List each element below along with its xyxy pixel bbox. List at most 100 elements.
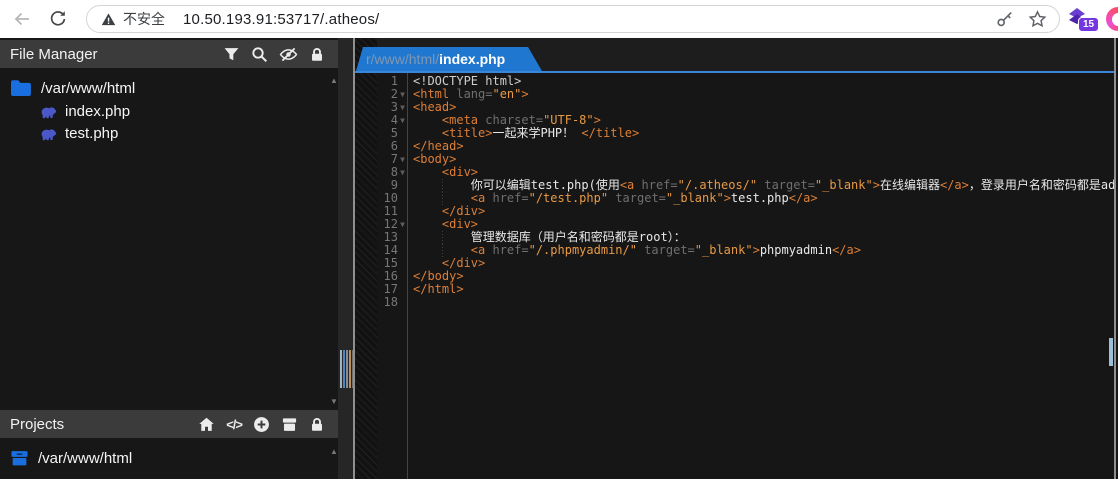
code-line[interactable]: </html> <box>413 283 1110 296</box>
code-line[interactable]: </body> <box>413 270 1110 283</box>
php-elephant-icon <box>40 126 57 141</box>
lock-icon[interactable] <box>309 46 325 63</box>
fold-toggle-icon[interactable]: ▼ <box>398 88 407 101</box>
token-txt: 在线编辑器 <box>880 178 940 192</box>
project-item[interactable]: /var/www/html <box>0 446 338 470</box>
token-tag: <html <box>413 87 449 101</box>
reload-icon[interactable] <box>48 9 68 29</box>
code-line[interactable]: </div> <box>413 257 1110 270</box>
token-str: "en" <box>492 87 521 101</box>
token-txt: phpmyadmin <box>760 243 832 257</box>
file-tree-root-label: /var/www/html <box>41 80 135 97</box>
token-tag: </a> <box>940 178 969 192</box>
sidebar-resize-divider[interactable] <box>338 38 353 479</box>
token-tag: > <box>873 178 880 192</box>
token-tag: </div> <box>442 256 485 270</box>
fold-spacer <box>398 231 407 244</box>
fold-spacer <box>398 127 407 140</box>
code-line[interactable] <box>413 296 1110 309</box>
token-tag: > <box>594 113 601 127</box>
extension-profile-icon[interactable] <box>1106 7 1118 31</box>
search-icon[interactable] <box>251 46 268 63</box>
tree-scroll-down-icon[interactable]: ▼ <box>330 398 338 406</box>
token-txt: 你可以编辑test.php(使用 <box>413 178 620 192</box>
file-tree-root[interactable]: /var/www/html <box>0 76 338 100</box>
address-bar[interactable]: 不安全 10.50.193.91:53717/.atheos/ <box>86 5 1060 33</box>
extension-badge: 15 <box>1078 17 1099 32</box>
gutter-row: 18 <box>377 296 407 309</box>
file-tree-item[interactable]: index.php <box>0 100 338 122</box>
fold-spacer <box>398 205 407 218</box>
home-icon[interactable] <box>198 416 215 433</box>
fold-toggle-icon[interactable]: ▼ <box>398 166 407 179</box>
editor-hatch-strip <box>355 38 377 479</box>
file-name: index.php <box>65 103 130 120</box>
fold-toggle-icon[interactable]: ▼ <box>398 101 407 114</box>
fold-spacer <box>398 296 407 309</box>
security-label[interactable]: 不安全 <box>123 9 165 29</box>
gutter: 12▼3▼4▼567▼8▼9101112▼131415161718 <box>377 75 407 309</box>
token-attr: target= <box>637 243 695 257</box>
token-str: "/.atheos/" <box>678 178 757 192</box>
token-attr: href= <box>485 191 528 205</box>
not-secure-warning-icon <box>101 12 116 27</box>
token-tag: </head> <box>413 139 464 153</box>
token-tag: </div> <box>442 204 485 218</box>
url-text[interactable]: 10.50.193.91:53717/.atheos/ <box>183 11 379 28</box>
code-line[interactable]: <body> <box>413 153 1110 166</box>
gutter-border <box>407 73 408 479</box>
fold-spacer <box>398 270 407 283</box>
back-icon[interactable] <box>12 9 32 29</box>
token-tag: <body> <box>413 152 456 166</box>
tab-index-php[interactable]: r/www/html/index.php <box>356 47 542 71</box>
projects-scroll-up-icon[interactable]: ▲ <box>330 448 338 456</box>
folder-icon <box>10 79 32 97</box>
token-tag: <div> <box>442 165 478 179</box>
php-elephant-icon <box>40 104 57 119</box>
bookmark-star-icon[interactable] <box>1028 10 1047 29</box>
lock-icon[interactable] <box>309 416 325 433</box>
scrollbar-track[interactable] <box>1114 38 1116 479</box>
token-str: "/.phpmyadmin/" <box>529 243 637 257</box>
hide-eye-slash-icon[interactable] <box>279 46 298 63</box>
token-tag: <a <box>471 243 485 257</box>
token-tag: </html> <box>413 282 464 296</box>
editor-region: r/www/html/index.php 12▼3▼4▼567▼8▼910111… <box>355 38 1116 479</box>
token-txt: 一起来学PHP！ <box>492 126 581 140</box>
file-tree: /var/www/html index.php test.php <box>0 68 338 144</box>
fold-toggle-icon[interactable]: ▼ <box>398 218 407 231</box>
code-line[interactable]: <title>一起来学PHP！ </title> <box>413 127 1110 140</box>
token-txt <box>413 256 442 270</box>
add-project-icon[interactable] <box>253 416 270 433</box>
code-line[interactable]: </div> <box>413 205 1110 218</box>
resize-grip-icon[interactable] <box>340 350 354 388</box>
filter-icon[interactable] <box>223 46 240 63</box>
code-line[interactable]: <a href="/.phpmyadmin/" target="_blank">… <box>413 244 1110 257</box>
code-line[interactable]: <html lang="en"> <box>413 88 1110 101</box>
scrollbar-thumb[interactable] <box>1109 338 1113 366</box>
code-line[interactable]: </head> <box>413 140 1110 153</box>
password-key-icon[interactable] <box>996 10 1014 28</box>
extension-profile-icon-center <box>1112 13 1118 26</box>
token-attr: target= <box>608 191 666 205</box>
token-str: "_blank" <box>695 243 753 257</box>
token-tag: <meta <box>442 113 478 127</box>
file-manager-title: File Manager <box>10 46 98 63</box>
token-txt <box>413 217 442 231</box>
code-area[interactable]: <!DOCTYPE html><html lang="en"><head> <m… <box>413 75 1110 309</box>
token-str: "_blank" <box>666 191 724 205</box>
tab-active-underline <box>355 71 1116 73</box>
token-txt <box>413 165 442 179</box>
fold-spacer <box>398 179 407 192</box>
project-list: /var/www/html <box>0 438 338 470</box>
code-line[interactable]: <a href="/test.php" target="_blank">test… <box>413 192 1110 205</box>
fold-spacer <box>398 192 407 205</box>
code-icon[interactable]: </> <box>226 417 242 432</box>
archive-icon[interactable] <box>281 416 298 433</box>
tree-scroll-up-icon[interactable]: ▲ <box>330 77 338 85</box>
fold-toggle-icon[interactable]: ▼ <box>398 114 407 127</box>
fold-toggle-icon[interactable]: ▼ <box>398 153 407 166</box>
file-tree-item[interactable]: test.php <box>0 122 338 144</box>
file-list: index.php test.php <box>0 100 338 144</box>
projects-header: Projects </> <box>0 410 338 438</box>
